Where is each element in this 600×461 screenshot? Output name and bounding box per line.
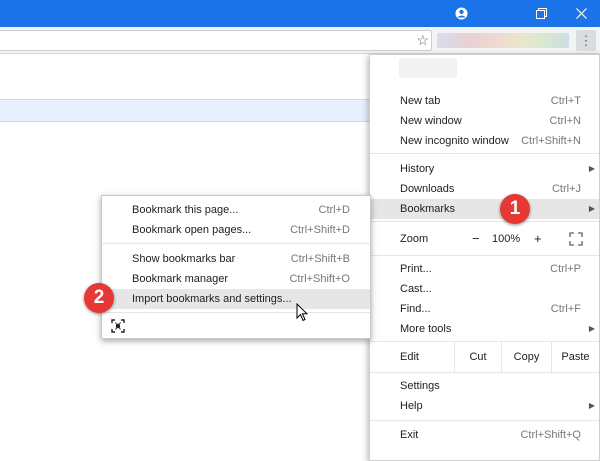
menu-item-downloads[interactable]: Downloads Ctrl+J (370, 179, 599, 199)
menu-item-settings[interactable]: Settings (370, 376, 599, 396)
edit-row: Edit Cut Copy Paste (370, 342, 599, 372)
zoom-in-button[interactable]: + (534, 231, 542, 246)
menu-icon[interactable]: ⋮ (576, 30, 596, 51)
star-icon[interactable]: ☆ (416, 32, 429, 49)
chrome-main-menu: New tab Ctrl+T New window Ctrl+N New inc… (369, 54, 600, 461)
menu-separator (370, 221, 599, 222)
edit-label: Edit (400, 351, 419, 363)
submenu-item-import-bookmarks[interactable]: Import bookmarks and settings... (102, 289, 370, 309)
extensions-area[interactable] (437, 33, 569, 48)
menu-item-new-tab[interactable]: New tab Ctrl+T (370, 91, 599, 111)
restore-icon[interactable] (521, 0, 561, 27)
zoom-row: Zoom − 100% + (370, 225, 599, 255)
menu-item-help[interactable]: Help ▶ (370, 396, 599, 416)
submenu-separator (102, 312, 370, 313)
menu-item-new-incognito[interactable]: New incognito window Ctrl+Shift+N (370, 131, 599, 151)
chevron-right-icon: ▶ (588, 204, 595, 213)
submenu-item-bookmark-manager[interactable]: Bookmark manager Ctrl+Shift+O (102, 269, 370, 289)
submenu-item-show-bookmarks-bar[interactable]: Show bookmarks bar Ctrl+Shift+B (102, 249, 370, 269)
chevron-right-icon: ▶ (588, 164, 595, 173)
paste-button[interactable]: Paste (551, 342, 599, 372)
fullscreen-icon[interactable] (569, 232, 583, 249)
menu-item-print[interactable]: Print... Ctrl+P (370, 259, 599, 279)
menu-separator (370, 153, 599, 154)
chevron-right-icon: ▶ (588, 324, 595, 333)
mouse-cursor-icon (296, 302, 309, 325)
browser-toolbar: ☆ ⋮ (0, 27, 600, 54)
submenu-item-bookmark-page[interactable]: Bookmark this page... Ctrl+D (102, 200, 370, 220)
submenu-separator (102, 243, 370, 244)
cut-button[interactable]: Cut (454, 342, 501, 372)
menu-item-cast[interactable]: Cast... (370, 279, 599, 299)
page-highlight-bar (0, 99, 372, 122)
step-2-badge: 2 (84, 283, 114, 313)
bookmarks-submenu: Bookmark this page... Ctrl+D Bookmark op… (101, 195, 371, 339)
menu-item-bookmarks[interactable]: Bookmarks ▶ (370, 199, 599, 219)
zoom-out-button[interactable]: − (472, 231, 480, 246)
bookmark-app-icon[interactable] (111, 319, 125, 336)
window-titlebar (0, 0, 600, 27)
zoom-label: Zoom (400, 233, 429, 245)
profile-blur (399, 58, 457, 78)
menu-separator (370, 255, 599, 256)
copy-button[interactable]: Copy (501, 342, 551, 372)
account-icon[interactable] (441, 0, 481, 27)
submenu-item-bookmark-open-pages[interactable]: Bookmark open pages... Ctrl+Shift+D (102, 220, 370, 240)
menu-item-history[interactable]: History ▶ (370, 159, 599, 179)
menu-item-exit[interactable]: Exit Ctrl+Shift+Q (370, 425, 599, 445)
menu-item-more-tools[interactable]: More tools ▶ (370, 319, 599, 339)
menu-separator (370, 372, 599, 373)
menu-item-new-window[interactable]: New window Ctrl+N (370, 111, 599, 131)
menu-separator (370, 420, 599, 421)
address-bar[interactable]: ☆ (0, 30, 432, 51)
close-icon[interactable] (561, 0, 600, 27)
step-1-badge: 1 (500, 194, 530, 224)
chevron-right-icon: ▶ (588, 401, 595, 410)
menu-item-find[interactable]: Find... Ctrl+F (370, 299, 599, 319)
zoom-level: 100% (492, 233, 521, 245)
